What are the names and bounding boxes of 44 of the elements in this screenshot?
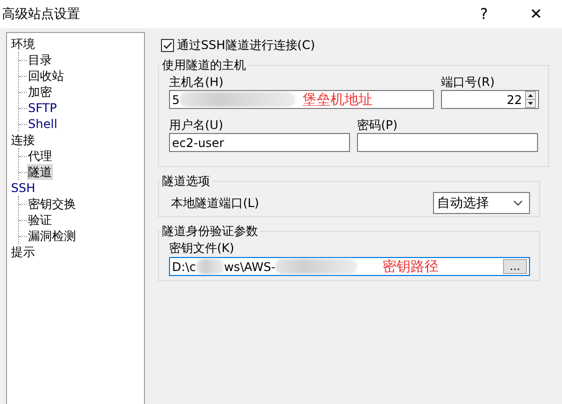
username-field[interactable]: ec2-user (169, 133, 350, 152)
password-field[interactable] (357, 133, 538, 152)
browse-button[interactable]: ... (503, 259, 527, 274)
key-file-field[interactable]: D:\c ws\AWS- 密钥路径 ... (169, 257, 530, 276)
tree-item[interactable]: 隧道 (27, 164, 53, 180)
tree-item[interactable]: 回收站 (27, 68, 65, 84)
annotation-text: 密钥路径 (382, 258, 440, 276)
group-title: 使用隧道的主机 (161, 57, 247, 74)
tree-item[interactable]: 代理 (27, 148, 53, 164)
field-value: 22 (506, 92, 522, 106)
field-label: 本地隧道端口(L) (171, 194, 260, 212)
port-dropdown[interactable]: 自动选择 (433, 192, 530, 214)
chevron-down-icon (513, 200, 523, 206)
tree-item[interactable]: 密钥交换 (27, 196, 77, 212)
group-title: 隧道身份验证参数 (161, 223, 259, 240)
host-field[interactable]: 5 堡垒机地址 (169, 90, 434, 109)
field-label: 端口号(R) (441, 74, 496, 90)
field-value: 5 (172, 92, 180, 106)
tree-item[interactable]: 加密 (27, 84, 53, 100)
tree-item[interactable]: Shell (27, 116, 58, 132)
tree-item[interactable]: SSH (10, 180, 36, 196)
tree-item[interactable]: 提示 (10, 244, 36, 260)
tree-item[interactable]: 验证 (27, 212, 53, 228)
tree-item[interactable]: 目录 (27, 52, 53, 68)
field-label: 用户名(U) (169, 117, 224, 133)
annotation-text: 堡垒机地址 (302, 90, 373, 108)
spinner-icon[interactable] (525, 91, 536, 108)
port-field[interactable]: 22 (441, 90, 539, 109)
checkbox-label: 通过SSH隧道进行连接(C) (177, 36, 315, 54)
field-label: 密钥文件(K) (169, 241, 234, 255)
checkbox[interactable] (161, 38, 174, 52)
tree-item[interactable]: 连接 (10, 132, 36, 148)
field-label: 密码(P) (357, 117, 399, 133)
field-value: D:\c (172, 260, 196, 274)
window-title: 高级站点设置 (2, 6, 81, 23)
tree-item[interactable]: 环境 (10, 36, 36, 52)
group-title: 隧道选项 (161, 173, 211, 190)
tree-item[interactable]: 漏洞检测 (27, 228, 77, 244)
field-value: ws\AWS- (224, 260, 276, 274)
tree-item[interactable]: SFTP (27, 100, 58, 116)
close-button[interactable]: ✕ (510, 0, 562, 28)
blur-redaction (196, 259, 224, 274)
field-label: 主机名(H) (169, 74, 224, 90)
help-button[interactable]: ? (458, 0, 510, 28)
